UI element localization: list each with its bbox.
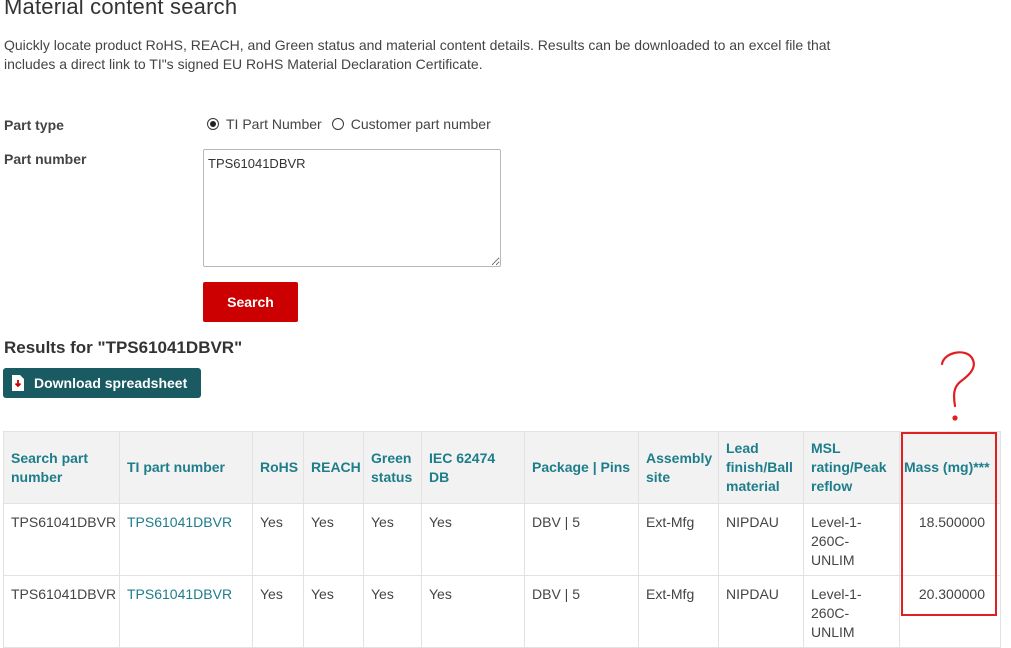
column-header[interactable]: TI part number (119, 431, 253, 504)
page-title: Material content search (4, 0, 238, 19)
table-header-row: Search part number TI part number RoHS R… (3, 431, 1001, 504)
column-header[interactable]: Package | Pins (524, 431, 639, 504)
table-cell: Yes (363, 575, 422, 648)
page-description: Quickly locate product RoHS, REACH, and … (4, 37, 831, 72)
table-row: TPS61041DBVR TPS61041DBVR Yes Yes Yes Ye… (3, 503, 1001, 576)
table-cell: DBV | 5 (524, 575, 639, 648)
table-cell: Yes (303, 575, 364, 648)
table-cell: Yes (252, 503, 304, 576)
table-cell: Yes (303, 503, 364, 576)
ti-part-number-link[interactable]: TPS61041DBVR (119, 575, 253, 648)
part-number-textarea[interactable] (203, 149, 501, 267)
mass-cell: 20.300000 (899, 575, 1001, 648)
radio-ti-part-number[interactable] (207, 118, 219, 130)
table-cell: DBV | 5 (524, 503, 639, 576)
column-header[interactable]: Green status (363, 431, 422, 504)
column-header[interactable]: IEC 62474 DB (421, 431, 525, 504)
table-cell: Yes (363, 503, 422, 576)
column-header-mass[interactable]: Mass (mg)*** (899, 431, 1001, 504)
table-cell: Level-1-260C-UNLIM (803, 503, 900, 576)
table-cell: Yes (421, 575, 525, 648)
table-cell: TPS61041DBVR (3, 503, 120, 576)
table-cell: NIPDAU (718, 503, 804, 576)
table-cell: Yes (252, 575, 304, 648)
search-button[interactable]: Search (203, 282, 298, 322)
part-number-label: Part number (4, 151, 87, 167)
table-cell: NIPDAU (718, 575, 804, 648)
table-cell: Ext-Mfg (638, 575, 719, 648)
table-cell: TPS61041DBVR (3, 575, 120, 648)
table-cell: Yes (421, 503, 525, 576)
column-header[interactable]: REACH (303, 431, 364, 504)
file-download-icon (12, 375, 24, 391)
column-header[interactable]: Search part number (3, 431, 120, 504)
results-table: Search part number TI part number RoHS R… (3, 431, 1001, 648)
results-title: Results for "TPS61041DBVR" (4, 338, 243, 357)
download-spreadsheet-button[interactable]: Download spreadsheet (3, 368, 201, 398)
column-header[interactable]: Assembly site (638, 431, 719, 504)
radio-customer-part-number[interactable] (331, 118, 344, 130)
part-type-radio-group: TI Part Number Customer part number (207, 116, 501, 132)
download-spreadsheet-label: Download spreadsheet (34, 375, 188, 391)
radio-customer-part-number-label[interactable]: Customer part number (351, 116, 491, 132)
column-header[interactable]: RoHS (252, 431, 304, 504)
table-row: TPS61041DBVR TPS61041DBVR Yes Yes Yes Ye… (3, 575, 1001, 648)
column-header[interactable]: Lead finish/Ball material (718, 431, 804, 504)
ti-part-number-link[interactable]: TPS61041DBVR (119, 503, 253, 576)
annotation-question-mark (940, 351, 975, 421)
mass-cell: 18.500000 (899, 503, 1001, 576)
column-header[interactable]: MSL rating/Peak reflow (803, 431, 900, 504)
radio-ti-part-number-label[interactable]: TI Part Number (226, 116, 322, 132)
part-type-label: Part type (4, 117, 64, 133)
table-cell: Level-1-260C-UNLIM (803, 575, 900, 648)
table-cell: Ext-Mfg (638, 503, 719, 576)
